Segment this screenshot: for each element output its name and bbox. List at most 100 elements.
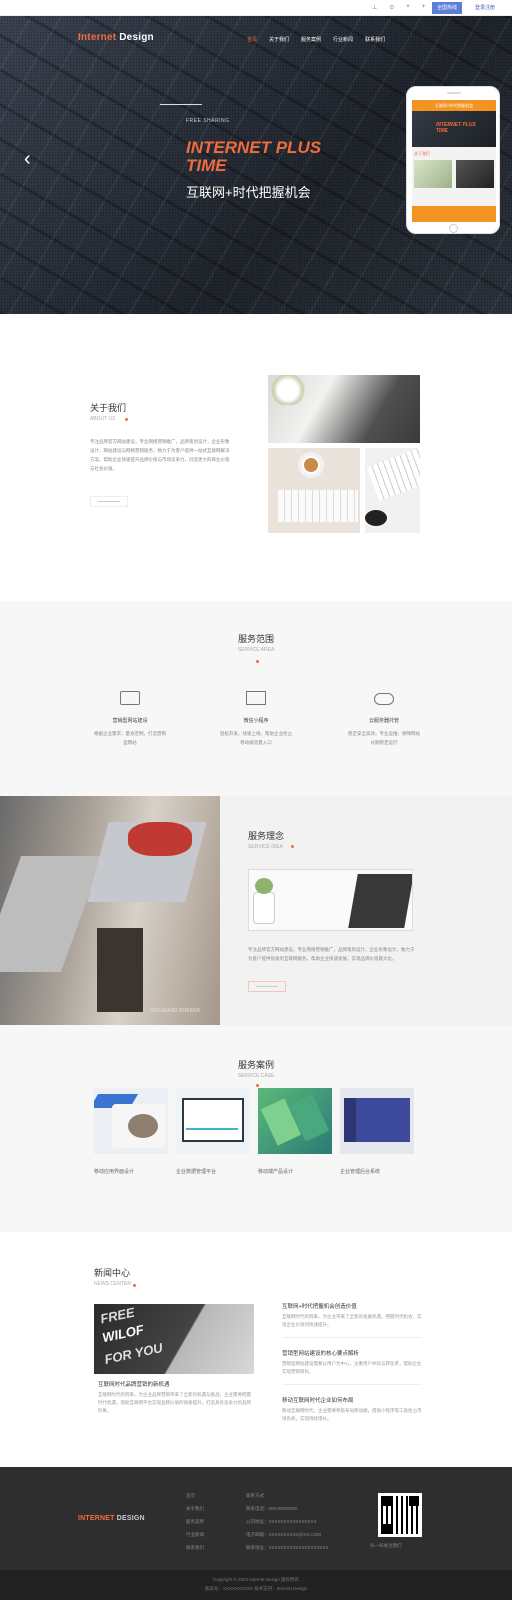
concept-title: 服务理念 SERVICE IDEA xyxy=(248,831,285,850)
plus-icon[interactable]: + xyxy=(406,4,410,11)
footer-logo[interactable]: INTERNET DESIGN xyxy=(78,1515,145,1522)
case-label[interactable]: 移动应用界面设计 xyxy=(94,1168,134,1175)
service-accent-dot xyxy=(256,660,259,663)
copyright: Copyright © 2023 Internet Design 版权所有 xyxy=(212,1577,300,1582)
case-label[interactable]: 移动端产品设计 xyxy=(258,1168,293,1175)
hero-kicker: FREE SHARING xyxy=(186,118,230,124)
nav-contact[interactable]: 联系我们 xyxy=(365,36,385,43)
news-divider xyxy=(282,1384,422,1385)
concept-watermark: HUSSBAND BOKEER xyxy=(150,1008,201,1014)
cases-subtitle: SERVICE CASE xyxy=(237,1073,275,1079)
footer-bottom: Copyright © 2023 Internet Design 版权所有 备案… xyxy=(0,1570,512,1600)
footer-link[interactable]: 首页 xyxy=(186,1493,204,1499)
cases-section xyxy=(0,1025,512,1232)
nav-home[interactable]: 首页 xyxy=(247,36,257,43)
service-item-text: 轻松开发，快速上线，帮助企业抢占移动端流量入口 xyxy=(220,731,292,745)
top-bar: ⊥ ⊙ + + 全国热线 登录注册 xyxy=(0,0,512,16)
main-nav: 首页 关于我们 服务案例 行业新闻 联系我们 xyxy=(247,36,385,43)
news-divider xyxy=(282,1337,422,1338)
about-subtitle: ABOUT US xyxy=(90,416,116,422)
concept-subtitle: SERVICE IDEA xyxy=(248,844,283,850)
qr-code xyxy=(378,1493,422,1537)
hero-banner: Internet Design 首页 关于我们 服务案例 行业新闻 联系我们 F… xyxy=(0,16,512,314)
about-image-keyboard xyxy=(365,448,420,533)
qr-caption: 扫一扫关注我们 xyxy=(370,1543,402,1548)
globe-icon[interactable]: ⊙ xyxy=(389,4,394,11)
about-text: 专注品牌官方网站建设，专业网络营销推广，品牌策划设计，企业形象设计，网站建设与网… xyxy=(90,439,230,471)
news-feature-text: 互联网时代的到来，为企业品牌营销带来了全新的机遇与挑战，企业需要把握时代机遇，借… xyxy=(98,1392,251,1413)
footer-link[interactable]: 服务案例 xyxy=(186,1519,204,1525)
about-title: 关于我们 ABOUT US xyxy=(90,403,127,422)
user-icon[interactable]: ⊥ xyxy=(372,4,377,11)
service-item-title: 营销型网站建设 xyxy=(112,718,148,724)
about-accent-dot xyxy=(125,418,128,421)
service-subtitle: SERVICE AREA xyxy=(237,647,275,653)
news-item-title[interactable]: 营销型网站建设的核心要点解析 xyxy=(282,1349,359,1357)
news-feature-title[interactable]: 互联网时代品牌营销的新机遇 xyxy=(98,1380,170,1388)
case-card-3[interactable] xyxy=(258,1088,332,1154)
about-image-coffee xyxy=(268,448,360,533)
nav-about[interactable]: 关于我们 xyxy=(269,36,289,43)
hero-divider xyxy=(160,104,202,105)
case-card-1[interactable] xyxy=(94,1088,168,1154)
nav-news[interactable]: 行业新闻 xyxy=(333,36,353,43)
news-item-text: 移动互联网时代，企业需要积极布局移动端，借助小程序等工具抢占市场先机，实现持续增… xyxy=(282,1408,422,1421)
phone-tabbar xyxy=(412,206,496,222)
service-item-text: 根据企业需求，量身定制，打造营销型网站 xyxy=(94,731,166,745)
concept-more-button[interactable] xyxy=(248,981,286,992)
footer-link[interactable]: 联系我们 xyxy=(186,1545,204,1551)
login-button[interactable]: 登录注册 xyxy=(470,2,500,14)
monitor-icon xyxy=(246,691,266,705)
phone-thumb-2 xyxy=(456,160,494,188)
chat-icon xyxy=(120,691,140,705)
prev-arrow-icon[interactable]: ‹ xyxy=(24,148,31,171)
cloud-icon xyxy=(374,693,394,705)
concept-accent-dot xyxy=(291,845,294,848)
case-label[interactable]: 企业管理后台系统 xyxy=(340,1168,380,1175)
phone-home-button xyxy=(449,224,458,233)
about-image-phone xyxy=(268,375,420,443)
concept-image xyxy=(248,869,413,931)
news-accent-dot xyxy=(133,1284,136,1287)
news-subtitle: NEWS CENTER xyxy=(94,1281,131,1287)
hotline-button[interactable]: 全国热线 xyxy=(432,2,462,14)
phone-speaker xyxy=(447,92,461,94)
news-item-title[interactable]: 互联网+时代把握机会创造价值 xyxy=(282,1302,357,1310)
news-feature-image[interactable]: FREE WILOF FOR YOU xyxy=(94,1304,254,1374)
hero-tagline: 互联网+时代把握机会 xyxy=(186,185,311,200)
concept-photo: HUSSBAND BOKEER xyxy=(0,796,220,1025)
footer: INTERNET DESIGN 首页 关于我们 服务案例 行业新闻 联系我们 联… xyxy=(0,1467,512,1570)
case-card-2[interactable] xyxy=(176,1088,250,1154)
concept-text: 专注品牌官方网站建设，专业网络营销推广，品牌策划设计，企业形象设计，致力于为客户… xyxy=(248,947,415,961)
service-item-text: 稳定安全高效，专业运维，保障网站长期稳定运行 xyxy=(348,731,420,745)
news-item-text: 互联网时代的到来，为企业带来了全新的发展机遇，把握时代机会，实现企业价值的快速提… xyxy=(282,1314,422,1327)
phone-mockup: 互联网+时代把握机会 INTERNET PLUS TIME 关于我们 xyxy=(406,86,500,234)
top-icons: ⊥ ⊙ + + xyxy=(372,4,425,11)
footer-links: 首页 关于我们 服务案例 行业新闻 联系我们 xyxy=(186,1493,204,1551)
add-icon[interactable]: + xyxy=(422,4,426,11)
phone-tag: 关于我们 xyxy=(414,151,430,156)
news-heading: 新闻中心 NEWS CENTER xyxy=(94,1268,131,1287)
case-card-4[interactable] xyxy=(340,1088,414,1154)
phone-thumb-1 xyxy=(414,160,452,188)
footer-contact-heading: 联系方式 xyxy=(246,1493,264,1498)
phone-header: 互联网+时代把握机会 xyxy=(412,100,496,111)
hero-headline: INTERNET PLUS TIME xyxy=(186,138,322,175)
footer-link[interactable]: 行业新闻 xyxy=(186,1532,204,1538)
footer-link[interactable]: 关于我们 xyxy=(186,1506,204,1512)
nav-cases[interactable]: 服务案例 xyxy=(301,36,321,43)
icp-info: 备案号：XXXXXXXXXX 技术支持：Internet Design xyxy=(204,1586,308,1591)
case-label[interactable]: 企业数据管理平台 xyxy=(176,1168,216,1175)
news-item-title[interactable]: 移动互联网时代企业如何布局 xyxy=(282,1396,354,1404)
cases-accent-dot xyxy=(256,1084,259,1087)
cases-heading: 服务案例 SERVICE CASE xyxy=(0,1058,512,1079)
phone-screen: 互联网+时代把握机会 INTERNET PLUS TIME 关于我们 xyxy=(412,100,496,222)
service-item-title: 云服务器托管 xyxy=(368,718,399,724)
footer-contact: 联系方式 联系电话：000-00000000 公司地址：XXXXXXXXXXXX… xyxy=(246,1493,329,1550)
phone-banner: INTERNET PLUS TIME xyxy=(412,111,496,147)
service-heading: 服务范围 SERVICE AREA xyxy=(0,632,512,653)
news-item-text: 营销型网站建设需要以用户为中心，注重用户体验与转化率，帮助企业实现营销目标。 xyxy=(282,1361,422,1374)
about-more-button[interactable] xyxy=(90,496,128,507)
site-logo[interactable]: Internet Design xyxy=(78,32,154,43)
service-item-title: 微信小程序 xyxy=(243,718,269,724)
